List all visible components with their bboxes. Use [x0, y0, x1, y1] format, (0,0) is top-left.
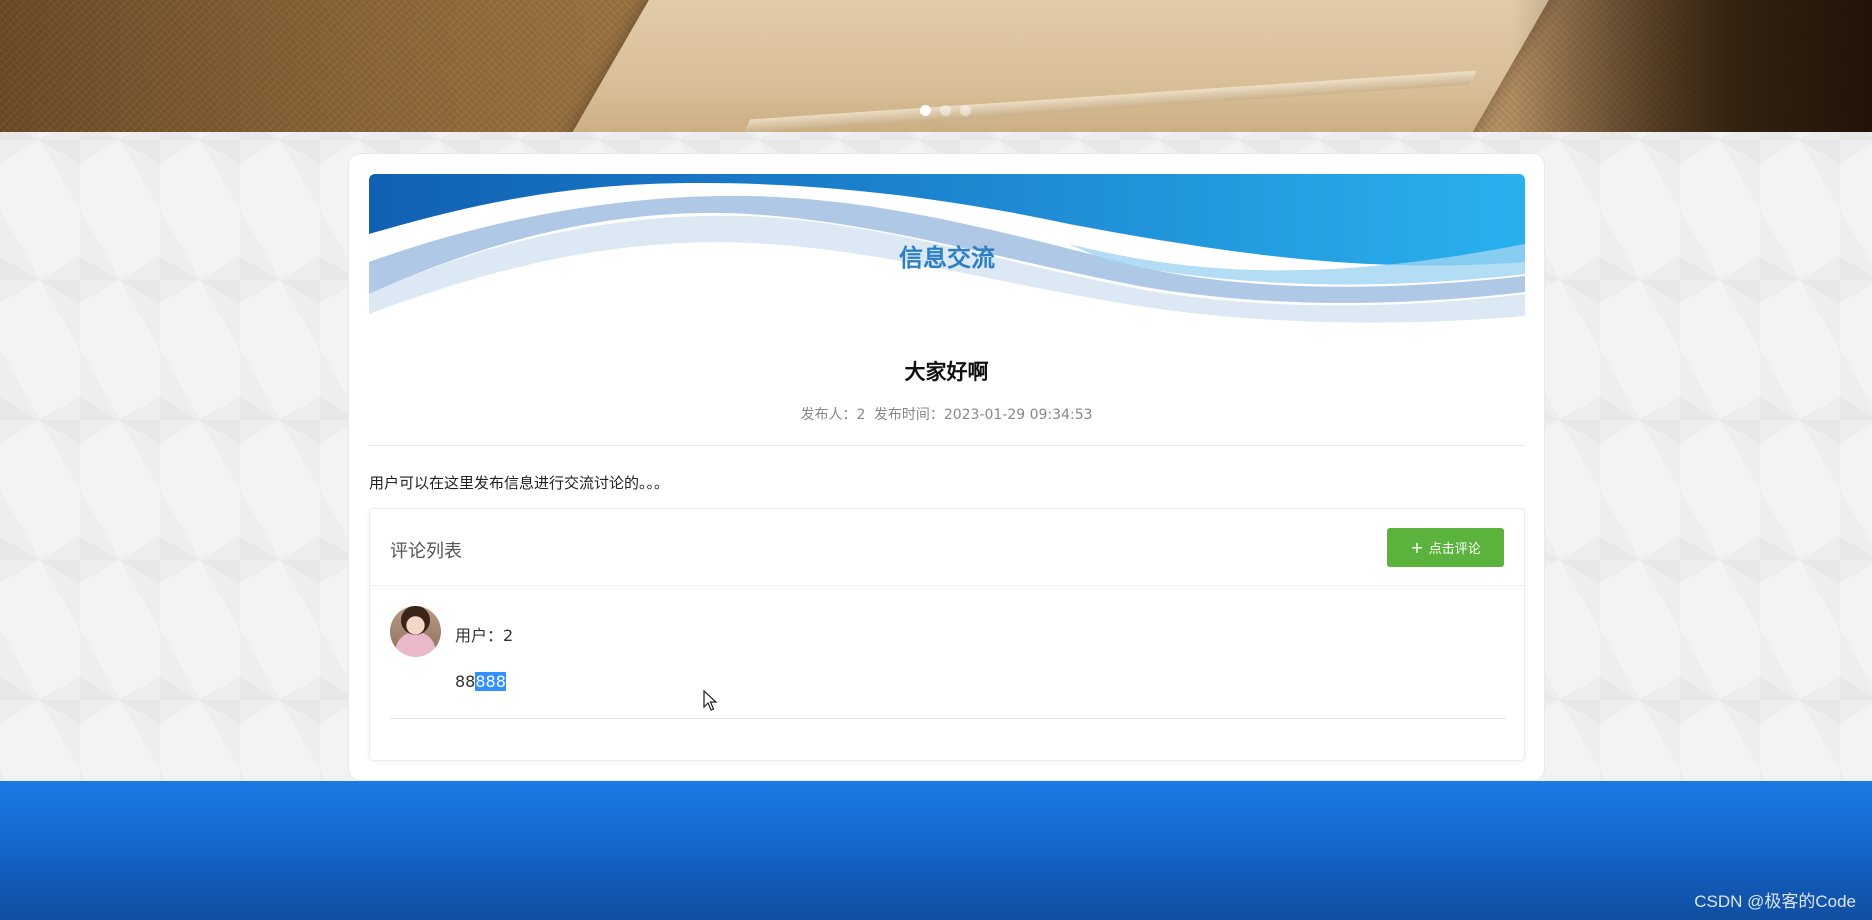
- comment-item: 用户：2 88888: [390, 606, 1506, 719]
- post-meta: 发布人：2 发布时间：2023-01-29 09:34:53: [349, 404, 1544, 424]
- post-detail-card: 信息交流 大家好啊 发布人：2 发布时间：2023-01-29 09:34:53…: [348, 153, 1545, 781]
- comment-text-selected: 888: [475, 672, 506, 691]
- comment-text: 88: [455, 672, 476, 691]
- comment-user: 用户：2: [455, 626, 514, 645]
- plus-icon: +: [1410, 537, 1424, 557]
- section-title-banner: 信息交流: [369, 174, 1525, 324]
- hero-shadow: [1512, 0, 1872, 132]
- post-body: 用户可以在这里发布信息进行交流讨论的。。。: [369, 474, 670, 492]
- post-title: 大家好啊: [904, 360, 989, 384]
- divider: [369, 445, 1525, 446]
- add-comment-label: 点击评论: [1428, 542, 1481, 557]
- hero-carousel: [0, 0, 1872, 132]
- carousel-dot-1[interactable]: [920, 105, 931, 116]
- avatar: [390, 606, 441, 657]
- comment-list-title: 评论列表: [390, 541, 462, 562]
- comment-panel: 评论列表 + 点击评论 用户：2 88888: [369, 508, 1525, 761]
- hero-book-image: [568, 0, 1572, 132]
- add-comment-button[interactable]: + 点击评论: [1387, 528, 1504, 567]
- post-author: 发布人：2: [800, 407, 866, 423]
- post-time: 发布时间：2023-01-29 09:34:53: [873, 407, 1093, 423]
- watermark: CSDN @极客的Code: [1694, 892, 1856, 911]
- carousel-dot-3[interactable]: [960, 105, 971, 116]
- carousel-indicators: [920, 105, 971, 116]
- carousel-dot-2[interactable]: [940, 105, 951, 116]
- mouse-cursor-icon: [703, 690, 718, 711]
- footer: CSDN @极客的Code: [0, 781, 1872, 920]
- comment-content: 88888: [455, 672, 506, 691]
- section-title: 信息交流: [899, 244, 995, 272]
- comment-panel-header: 评论列表 + 点击评论: [370, 509, 1524, 586]
